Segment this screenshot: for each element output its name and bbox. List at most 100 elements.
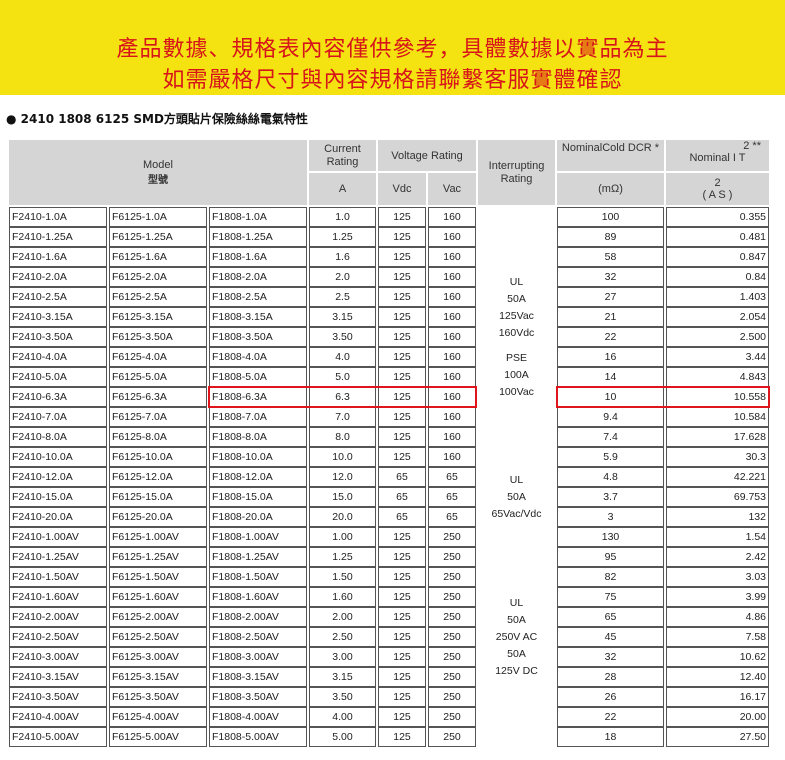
table-cell: 32 <box>557 647 664 667</box>
model-header: Model 型號 <box>9 140 307 207</box>
table-cell: F6125-1.25A <box>109 227 207 247</box>
i2t-header-label: Nominal I T <box>689 152 746 164</box>
table-cell: 65 <box>428 507 476 527</box>
table-cell: 0.84 <box>666 267 769 287</box>
table-cell: F6125-4.00AV <box>109 707 207 727</box>
table-cell: 100 <box>557 207 664 227</box>
table-cell: 4.00 <box>309 707 376 727</box>
table-row: F2410-1.0A F6125-1.0A F1808-1.0A 1.0 125 160 U… <box>9 207 769 398</box>
table-cell: F2410-2.5A <box>9 287 107 307</box>
highlight-box-dcr <box>556 386 770 408</box>
table-cell: 125 <box>378 527 426 547</box>
table-cell: 7.58 <box>666 627 769 647</box>
table-cell: 0.847 <box>666 247 769 267</box>
dcr-unit-header: (mΩ) <box>557 173 664 207</box>
table-cell: 250 <box>428 707 476 727</box>
table-row: F2410-15.0A F6125-15.0A F1808-15.0A 15.0 65 6… <box>9 487 769 507</box>
table-cell: F6125-5.0A <box>109 367 207 387</box>
table-row: F2410-3.50AV F6125-3.50AV F1808-3.50AV 3.50… <box>9 687 769 707</box>
table-cell: F2410-4.0A <box>9 347 107 367</box>
table-cell: 82 <box>557 567 664 587</box>
table-row: F2410-2.00AV F6125-2.00AV F1808-2.00AV 2.00… <box>9 607 769 627</box>
table-cell: F2410-1.50AV <box>9 567 107 587</box>
table-cell: 65 <box>428 487 476 507</box>
table-cell: F6125-3.50A <box>109 327 207 347</box>
notice-banner: 產品數據、規格表內容僅供參考，具體數據以實品為主 如需嚴格尺寸與內容規格請聯繫客… <box>0 0 785 95</box>
interrupting-rating-line: 65Vac/Vdc <box>491 507 542 520</box>
notice-line-1: 產品數據、規格表內容僅供參考，具體數據以實品為主 <box>116 37 669 62</box>
table-cell: F6125-2.5A <box>109 287 207 307</box>
table-cell: 4.0 <box>309 347 376 367</box>
table-cell: 26 <box>557 687 664 707</box>
table-row: F2410-5.0A F6125-5.0A F1808-5.0A 5.0 125 160 1… <box>9 367 769 387</box>
table-cell: 65 <box>378 467 426 487</box>
current-unit-header: A <box>309 173 376 207</box>
table-row: F2410-2.5A F6125-2.5A F1808-2.5A 2.5 125 160 2… <box>9 287 769 307</box>
table-cell: 8.0 <box>309 427 376 447</box>
table-cell: 28 <box>557 667 664 687</box>
table-cell: 65 <box>378 487 426 507</box>
table-cell: 1.6 <box>309 247 376 267</box>
table-cell: 17.628 <box>666 427 769 447</box>
table-cell: 5.0 <box>309 367 376 387</box>
interrupting-rating-cell: UL 50A 250V AC 50A 125V DC <box>478 527 555 747</box>
table-cell: 160 <box>428 307 476 327</box>
table-row: F2410-8.0A F6125-8.0A F1808-8.0A 8.0 125 160 7… <box>9 427 769 447</box>
table-cell: 1.60 <box>309 587 376 607</box>
table-cell: F2410-1.00AV <box>9 527 107 547</box>
table-cell: F2410-3.50AV <box>9 687 107 707</box>
table-cell: 3.7 <box>557 487 664 507</box>
table-cell: 1.54 <box>666 527 769 547</box>
table-row: F2410-3.00AV F6125-3.00AV F1808-3.00AV 3.00… <box>9 647 769 667</box>
table-cell: F2410-15.0A <box>9 487 107 507</box>
table-cell: 125 <box>378 607 426 627</box>
table-cell: 2.00 <box>309 607 376 627</box>
table-cell: 160 <box>428 327 476 347</box>
table-cell: F2410-2.50AV <box>9 627 107 647</box>
table-cell: 160 <box>428 287 476 307</box>
table-cell: 95 <box>557 547 664 567</box>
table-cell: 3.15 <box>309 307 376 327</box>
table-cell: F6125-1.50AV <box>109 567 207 587</box>
table-cell: 4.843 <box>666 367 769 387</box>
table-cell: F2410-7.0A <box>9 407 107 427</box>
table-cell: F6125-1.60AV <box>109 587 207 607</box>
current-rating-header: Current Rating <box>309 140 376 173</box>
table-cell: 125 <box>378 307 426 327</box>
table-cell: 18 <box>557 727 664 747</box>
table-row: F2410-20.0A F6125-20.0A F1808-20.0A 20.0 65 6… <box>9 507 769 527</box>
vac-header: Vac <box>428 173 476 207</box>
table-cell: 3.03 <box>666 567 769 587</box>
table-cell: F2410-4.00AV <box>9 707 107 727</box>
table-row: F2410-1.50AV F6125-1.50AV F1808-1.50AV 1.50… <box>9 567 769 587</box>
table-cell: 75 <box>557 587 664 607</box>
table-cell: 250 <box>428 727 476 747</box>
table-cell: F1808-4.0A <box>209 347 307 367</box>
table-cell: F1808-2.50AV <box>209 627 307 647</box>
table-cell: F2410-1.25AV <box>9 547 107 567</box>
table-cell: 125 <box>378 207 426 227</box>
interrupting-rating-line <box>480 342 553 350</box>
table-cell: 69.753 <box>666 487 769 507</box>
table-cell: 250 <box>428 607 476 627</box>
table-cell: 250 <box>428 667 476 687</box>
table-cell: 250 <box>428 587 476 607</box>
table-cell: 14 <box>557 367 664 387</box>
interrupting-rating-cell: UL 50A 125Vac 160Vdc PSE 100A 100Vac <box>478 207 555 467</box>
table-cell: 250 <box>428 627 476 647</box>
table-row: F2410-2.50AV F6125-2.50AV F1808-2.50AV 2.50… <box>9 627 769 647</box>
table-cell: 3.50 <box>309 687 376 707</box>
table-cell: F1808-5.00AV <box>209 727 307 747</box>
model-header-cn: 型號 <box>148 175 168 186</box>
table-cell: F6125-3.15AV <box>109 667 207 687</box>
table-cell: 65 <box>378 507 426 527</box>
table-cell: 15.0 <box>309 487 376 507</box>
table-row: F2410-4.00AV F6125-4.00AV F1808-4.00AV 4.00… <box>9 707 769 727</box>
table-cell: F6125-15.0A <box>109 487 207 507</box>
table-cell: F1808-1.25A <box>209 227 307 247</box>
table-cell: 3.50 <box>309 327 376 347</box>
table-cell: 3.99 <box>666 587 769 607</box>
table-cell: F6125-2.00AV <box>109 607 207 627</box>
table-cell: 250 <box>428 527 476 547</box>
table-row: F2410-1.00AV F6125-1.00AV F1808-1.00AV 1.00… <box>9 527 769 677</box>
